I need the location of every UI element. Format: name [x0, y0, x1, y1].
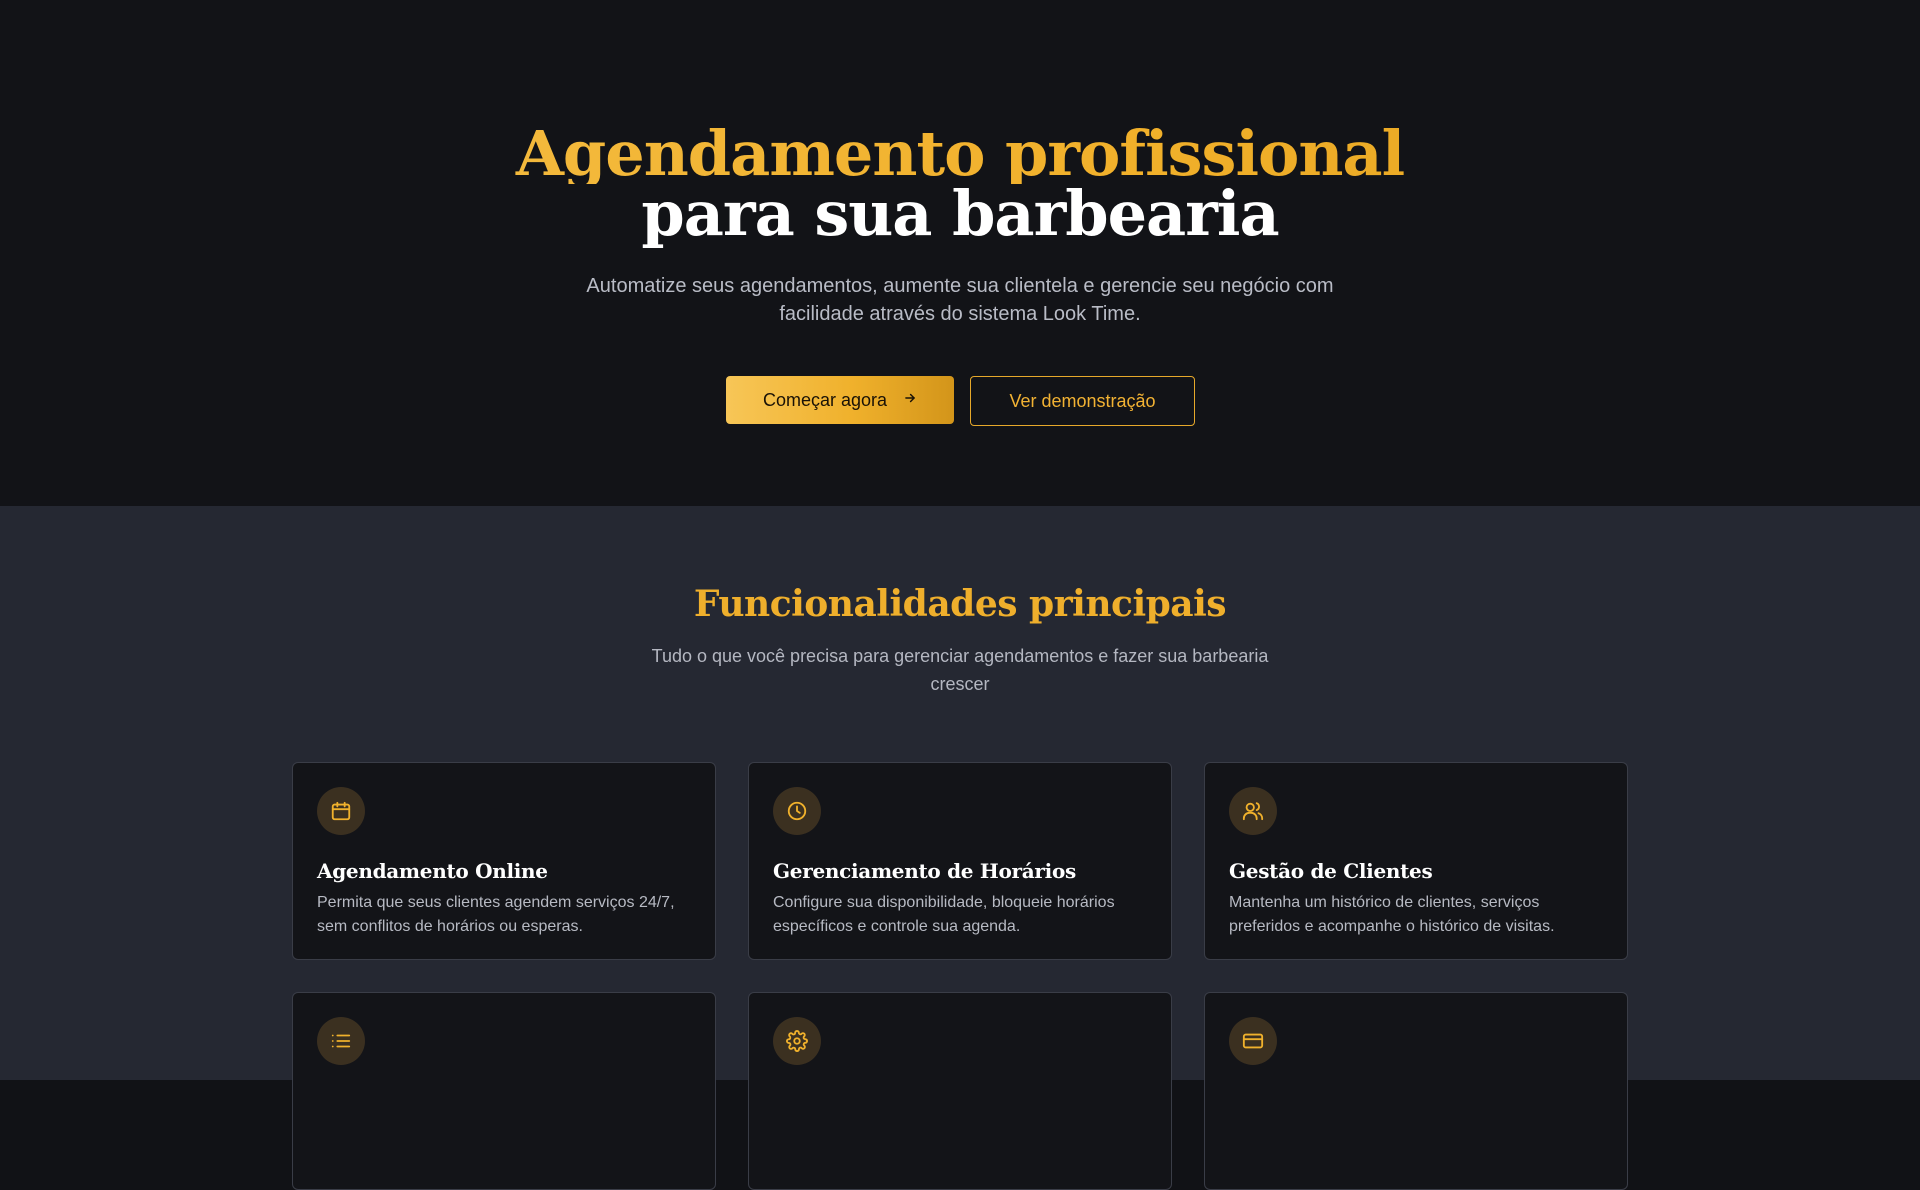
- feature-card-settings: [748, 992, 1172, 1190]
- hero-subtitle: Automatize seus agendamentos, aumente su…: [586, 275, 1334, 325]
- start-now-button[interactable]: Começar agora: [726, 376, 954, 424]
- credit-card-icon: [1229, 1017, 1277, 1065]
- hero-title: Agendamento profissional para sua barbea…: [0, 123, 1920, 250]
- features-section: Funcionalidades principais Tudo o que vo…: [0, 506, 1920, 1190]
- gear-icon: [773, 1017, 821, 1065]
- feature-card-title: Gerenciamento de Horários: [773, 859, 1076, 883]
- feature-card-title: Agendamento Online: [317, 859, 548, 883]
- start-now-label: Começar agora: [762, 389, 888, 410]
- features-title: Funcionalidades principais: [693, 583, 1227, 625]
- feature-card-description: Permita que seus clientes agendem serviç…: [317, 894, 675, 935]
- clock-icon: [773, 787, 821, 835]
- features-subtitle: Tudo o que você precisa para gerenciar a…: [651, 646, 1269, 694]
- hero-title-rest: para sua barbearia: [641, 177, 1279, 250]
- arrow-right-icon: [903, 391, 917, 410]
- view-demo-label: Ver demonstração: [1009, 390, 1156, 411]
- hero-section: Agendamento profissional para sua barbea…: [0, 0, 1920, 506]
- view-demo-button[interactable]: Ver demonstração: [970, 376, 1195, 426]
- list-icon: [317, 1017, 365, 1065]
- feature-card-description: Configure sua disponibilidade, bloqueie …: [773, 894, 1115, 935]
- feature-card-schedule-management: Gerenciamento de Horários Configure sua …: [748, 762, 1172, 960]
- feature-card-services-list: [292, 992, 716, 1190]
- feature-card-client-management: Gestão de Clientes Mantenha um histórico…: [1204, 762, 1628, 960]
- feature-card-description: Mantenha um histórico de clientes, servi…: [1229, 894, 1555, 935]
- users-icon: [1229, 787, 1277, 835]
- feature-card-online-booking: Agendamento Online Permita que seus clie…: [292, 762, 716, 960]
- feature-card-title: Gestão de Clientes: [1229, 859, 1433, 883]
- calendar-icon: [317, 787, 365, 835]
- hero-title-highlight: Agendamento profissional: [0, 123, 1920, 185]
- feature-card-payments: [1204, 992, 1628, 1190]
